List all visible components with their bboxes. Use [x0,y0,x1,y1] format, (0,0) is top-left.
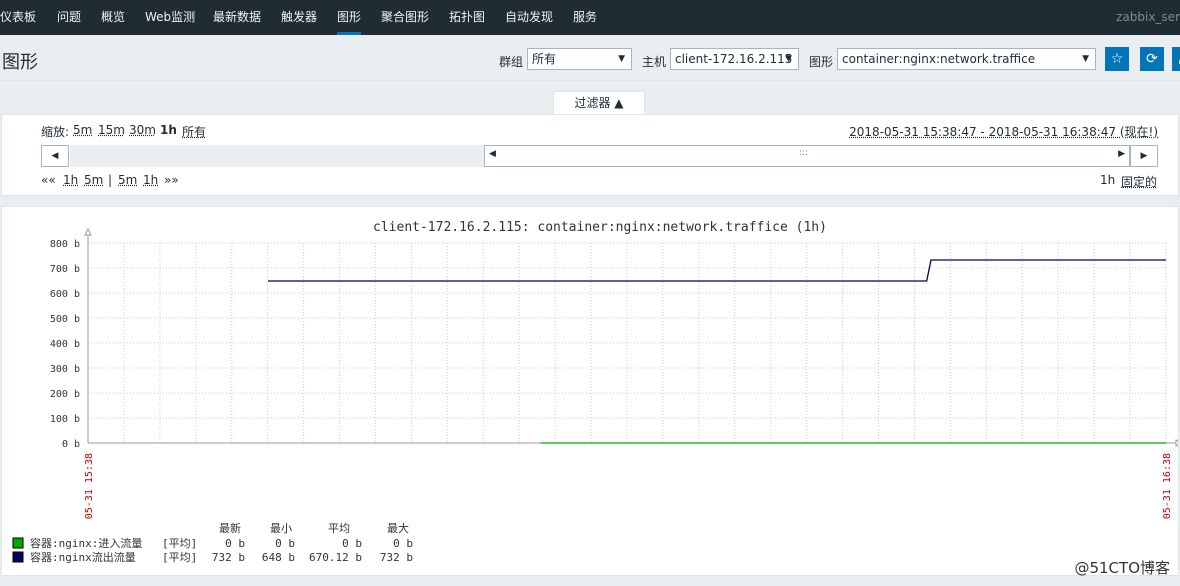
graph-panel: client-172.16.2.115: container:nginx:net… [1,206,1180,576]
y-tick-label: 200 b [50,389,80,400]
period-value: 1h [1100,173,1116,187]
timeline-scroll-bar[interactable]: ◀ ::: ▶ [484,145,1130,167]
y-tick-label: 300 b [50,364,80,375]
group-label: 群组 [499,55,524,69]
graph-series [268,259,1166,444]
zoom-5m[interactable]: 5m [73,123,92,137]
legend-avg-inbound: 0 b [342,537,362,550]
nav-latest-data[interactable]: 最新数据 [213,0,261,35]
arrow-left-icon: ◀ [489,149,496,159]
graph-legend: 最新 最小 平均 最大 容器:nginx:进入流量 [平均] 0 b 0 b 0… [12,521,413,564]
group-select-value: 所有 [532,52,557,66]
x-end-label: 05-31 16:38 [1162,453,1173,519]
page-title: 图形 [2,52,38,73]
y-tick-label: 400 b [50,339,80,350]
time-range[interactable]: 2018-05-31 15:38:47 - 2018-05-31 16:38:4… [849,123,1158,140]
legend-func-outbound: [平均] [162,551,197,564]
nav-separator: | [108,173,113,187]
zoom-all[interactable]: 所有 [182,123,206,140]
refresh-icon: ⟳ [1146,51,1158,67]
nav-fwd-1h[interactable]: 1h [143,173,158,187]
y-axis-arrow-icon [84,227,92,236]
y-tick-label: 100 b [50,414,80,425]
scroll-left-button[interactable]: ◀ [41,145,69,167]
y-tick-label: 800 b [50,239,80,250]
x-axis-arrow-icon [1175,439,1180,447]
graph-grid [87,242,1167,444]
y-tick-label: 500 b [50,314,80,325]
host-label: 主机 [642,55,667,69]
nav-far-left[interactable]: «« [41,173,56,187]
legend-name-inbound: 容器:nginx:进入流量 [30,536,142,550]
host-select[interactable]: client-172.16.2.115 ▼ [670,48,799,70]
watermark: @51CTO博客 [1074,559,1170,577]
filter-toggle-tab[interactable]: 过滤器 ▲ [553,91,645,115]
nav-overview[interactable]: 概览 [101,0,125,35]
legend-min-inbound: 0 b [275,537,295,550]
drag-handle-icon[interactable]: ::: [799,148,808,158]
fullscreen-button[interactable]: ⤢ [1172,47,1180,71]
zoom-1h[interactable]: 1h [160,123,177,137]
legend-name-outbound: 容器:nginx流出流量 [30,550,136,564]
legend-avg-outbound: 670.12 b [309,551,362,564]
legend-last-inbound: 0 b [225,537,245,550]
legend-header-last: 最新 [219,521,241,535]
legend-swatch-inbound [12,537,24,549]
graph-canvas: client-172.16.2.115: container:nginx:net… [12,220,1180,564]
page-header: 图形 群组 所有 ▼ 主机 client-172.16.2.115 ▼ 图形 c… [0,35,1180,81]
host-select-value: client-172.16.2.115 [675,52,793,66]
legend-max-outbound: 732 b [380,551,413,564]
fixed-toggle[interactable]: 固定的 [1121,173,1157,190]
arrow-left-icon: ◀ [51,151,59,161]
nav-back-5m[interactable]: 5m [84,173,103,187]
chevron-down-icon: ▼ [618,54,625,64]
legend-header-max: 最大 [387,521,409,535]
legend-header-min: 最小 [270,522,292,535]
nav-problems[interactable]: 问题 [57,0,81,35]
nav-web[interactable]: Web监测 [145,0,195,35]
nav-services[interactable]: 服务 [573,0,597,35]
graph-label: 图形 [809,55,834,69]
nav-fwd-5m[interactable]: 5m [118,173,137,187]
zoom-15m[interactable]: 15m [98,123,125,137]
graph-title: client-172.16.2.115: container:nginx:net… [373,220,827,235]
legend-min-outbound: 648 b [262,551,295,564]
filter-panel: 缩放: 5m 15m 30m 1h 所有 2018-05-31 15:38:47… [1,114,1179,196]
zoom-30m[interactable]: 30m [129,123,156,137]
y-tick-label: 600 b [50,289,80,300]
y-axis: 0 b 100 b 200 b 300 b 400 b 500 b 600 b 700 b 80… [50,227,1180,450]
nav-back-1h[interactable]: 1h [63,173,78,187]
y-tick-label: 700 b [50,264,80,275]
nav-graphs[interactable]: 图形 [337,0,362,35]
series-line-outbound [268,259,1166,282]
refresh-button[interactable]: ⟳ [1140,47,1164,71]
scroll-right-button[interactable]: ▶ [1130,145,1158,167]
legend-swatch-outbound [12,551,24,563]
star-icon: ☆ [1110,51,1124,67]
legend-header-avg: 平均 [328,522,350,535]
x-start-label: 05-31 15:38 [84,453,95,519]
top-nav: 仪表板 问题 概览 Web监测 最新数据 触发器 图形 聚合图形 拓扑图 自动发… [0,0,1180,35]
y-tick-label: 0 b [62,439,80,450]
graph-select[interactable]: container:nginx:network.traffice ▼ [837,48,1096,70]
nav-discovery[interactable]: 自动发现 [505,0,553,35]
nav-dashboard[interactable]: 仪表板 [0,0,36,35]
legend-last-outbound: 732 b [212,551,245,564]
legend-func-inbound: [平均] [162,537,197,550]
favorite-button[interactable]: ☆ [1105,47,1129,71]
nav-screens[interactable]: 聚合图形 [381,0,429,35]
nav-triggers[interactable]: 触发器 [281,0,317,35]
group-select[interactable]: 所有 ▼ [527,48,632,70]
arrow-right-icon: ▶ [1118,149,1125,159]
nav-far-right[interactable]: »» [164,173,179,187]
nav-maps[interactable]: 拓扑图 [449,0,485,35]
legend-max-inbound: 0 b [393,537,413,550]
chevron-down-icon: ▼ [785,54,792,64]
server-name: zabbix_ser [1116,10,1180,24]
arrow-right-icon: ▶ [1140,151,1148,161]
chevron-down-icon: ▼ [1082,54,1089,64]
graph-select-value: container:nginx:network.traffice [842,52,1036,66]
zoom-label: 缩放: [41,125,70,139]
